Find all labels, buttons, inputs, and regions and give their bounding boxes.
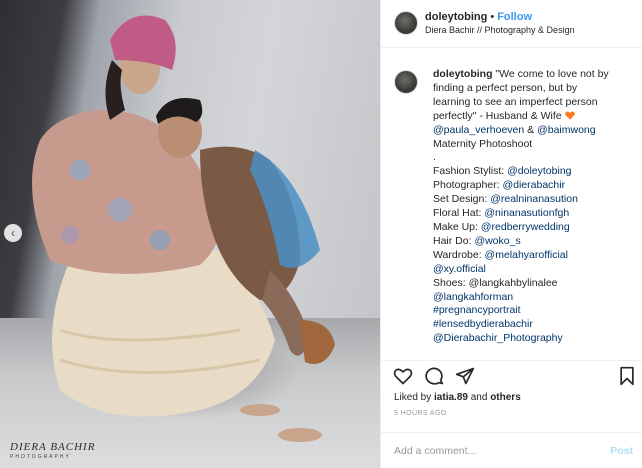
credit-line: Floral Hat: @ninanasutionfgh [433,207,639,221]
comment-input[interactable]: Add a comment... [394,445,476,457]
post-location[interactable]: Diera Bachir // Photography & Design [425,25,575,35]
action-bar [381,360,642,390]
post-caption: doleytobing "We come to love not by find… [433,68,639,346]
mention-link[interactable]: @ninanasutionfgh [484,207,569,219]
caption-text: . [433,151,436,164]
credit-line: Make Up: @redberrywedding [433,221,639,235]
caption-avatar[interactable] [394,70,418,94]
credit-line: Photographer: @dierabachir [433,179,639,193]
credit-line: Wardrobe: @melahyarofficial [433,249,639,263]
mention-link[interactable]: @doleytobing [507,165,571,177]
caption-line: doleytobing "We come to love not by [433,68,639,82]
post-photo[interactable]: ‹ DIERA BACHIR PHOTOGRAPHY [0,0,380,468]
caption-text: "We come to love not by [495,68,609,80]
hashtag-link[interactable]: #lensedbydierabachir [433,318,639,332]
watermark-sub: PHOTOGRAPHY [10,454,71,460]
credit-label: Wardrobe: [433,248,485,261]
post-timestamp[interactable]: 9 HOURS AGO [394,410,447,417]
liked-by-user[interactable]: iatia.89 [434,392,468,403]
credit-line: Hair Do: @woko_s [433,235,639,249]
bookmark-icon[interactable] [617,366,637,386]
photo-figures [32,15,335,442]
mention-link[interactable]: @baimwong [537,124,596,136]
post-comment-button[interactable]: Post [610,445,633,457]
mention-link[interactable]: @woko_s [474,235,520,247]
mention-link[interactable]: @Dierabachir_Photography [433,332,639,346]
mention-link[interactable]: @dierabachir [502,179,565,191]
mention-link[interactable]: @xy.official [433,263,639,277]
mention-link[interactable]: @paula_verhoeven [433,124,524,136]
heart-icon[interactable] [393,366,413,386]
author-username[interactable]: doleytobing [425,11,487,23]
share-icon[interactable] [455,366,475,386]
hashtag-link[interactable]: #pregnancyportrait [433,304,639,318]
author-avatar[interactable] [394,11,418,35]
comment-box: Add a comment... Post [381,432,642,468]
caption-text: Maternity Photoshoot [433,137,533,150]
caption-text: Shoes: @langkahbylinalee [433,276,558,289]
chevron-left-icon: ‹ [11,226,15,240]
credit-line: Fashion Stylist: @doleytobing [433,165,639,179]
caption-text: learning to see an imperfect person [433,95,598,108]
comment-icon[interactable] [424,366,444,386]
post-side-panel: doleytobing • Follow Diera Bachir // Photo… [380,0,642,468]
photo-watermark: DIERA BACHIR PHOTOGRAPHY [10,441,95,460]
credit-label: Floral Hat: [433,207,485,220]
caption-line: perfectly" - Husband & Wife [433,110,639,124]
mention-link[interactable]: @realninanasution [490,193,578,205]
credit-label: Make Up: [433,220,481,233]
likes-prefix: Liked by [394,392,435,403]
author-row: doleytobing • Follow [425,11,532,23]
watermark-name: DIERA BACHIR [10,441,96,453]
previous-slide-button[interactable]: ‹ [4,224,22,242]
caption-username[interactable]: doleytobing [433,68,493,80]
caption-text: perfectly" - Husband & Wife [433,109,562,122]
caption-text: finding a perfect person, but by [433,81,578,94]
caption-line: @paula_verhoeven & @baimwong [433,124,639,138]
likes-summary: Liked by iatia.89 and others [394,392,521,403]
credit-label: Hair Do: [433,234,475,247]
likes-middle: and [467,392,491,403]
follow-button[interactable]: Follow [497,11,532,23]
post-header: doleytobing • Follow Diera Bachir // Photo… [381,0,642,48]
credit-label: Set Design: [433,193,491,206]
mention-link[interactable]: @redberrywedding [481,221,570,233]
credit-label: Photographer: [433,179,503,192]
instagram-post: ‹ DIERA BACHIR PHOTOGRAPHY doleytobing • F… [0,0,642,468]
orange-heart-icon [564,111,575,120]
separator-dot: • [490,11,495,23]
mention-link[interactable]: @langkahforman [433,291,639,305]
caption-text: & [524,123,538,136]
mention-link[interactable]: @melahyarofficial [485,249,568,261]
likes-others-link[interactable]: others [490,392,521,403]
credit-line: Set Design: @realninanasution [433,193,639,207]
credit-label: Fashion Stylist: [433,165,508,178]
